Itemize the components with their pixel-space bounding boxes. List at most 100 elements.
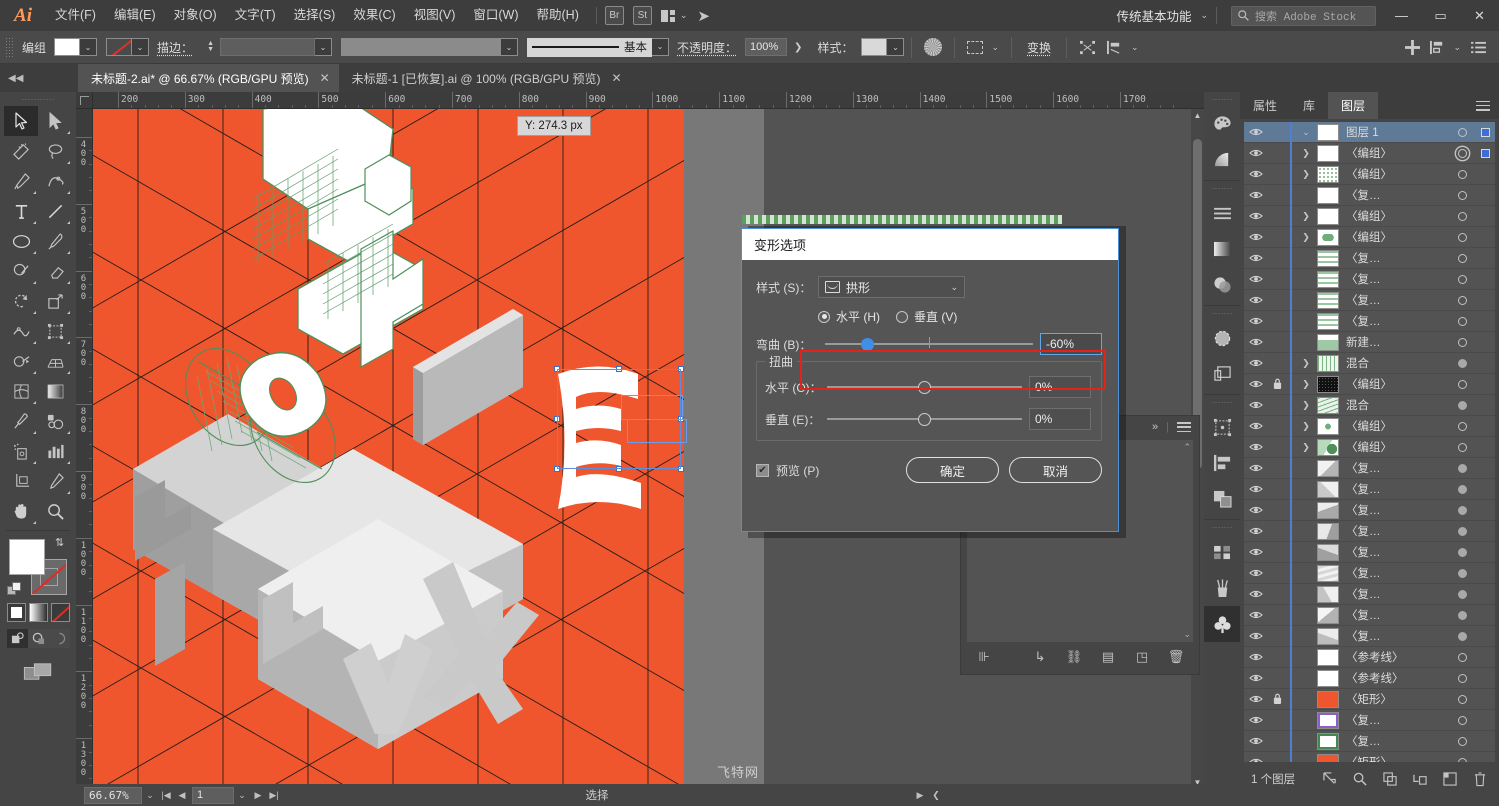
document-tab-1-close-icon[interactable]: ✕ xyxy=(320,71,330,85)
stock-search-input[interactable]: 搜索 Adobe Stock xyxy=(1231,5,1376,26)
workspace-chevron-icon[interactable]: ⌄ xyxy=(1200,10,1208,21)
layer-row[interactable]: 〈参考线〉 xyxy=(1244,667,1495,689)
layer-expand-arrow-icon[interactable]: ❯ xyxy=(1295,148,1317,159)
workspace-switcher[interactable]: 传统基本功能 xyxy=(1112,6,1195,25)
layer-row[interactable]: 〈复… xyxy=(1244,520,1495,542)
tools-panel-grip[interactable] xyxy=(22,95,54,104)
slice-tool[interactable] xyxy=(38,466,72,496)
layer-row[interactable]: ❯ 混合 xyxy=(1244,352,1495,374)
layer-target-circle[interactable] xyxy=(1449,316,1475,326)
color-icon[interactable] xyxy=(1204,106,1240,142)
layer-target-circle[interactable] xyxy=(1449,232,1475,242)
layer-target-circle[interactable] xyxy=(1449,127,1475,137)
layer-visibility-eye-icon[interactable] xyxy=(1244,505,1267,515)
dock-grip-4[interactable] xyxy=(1212,398,1232,406)
status-play-icon[interactable]: ▶ xyxy=(912,784,928,806)
layer-target-circle[interactable] xyxy=(1449,694,1475,704)
paintbrush-tool[interactable] xyxy=(38,226,72,256)
scroll-up-arrow-icon[interactable]: ▲ xyxy=(1191,111,1204,120)
locate-object-icon[interactable] xyxy=(1345,766,1375,792)
last-artboard-icon[interactable]: ▶| xyxy=(266,784,282,806)
layer-target-circle[interactable] xyxy=(1449,736,1475,746)
layer-row[interactable]: ❯ 〈编组〉 xyxy=(1244,415,1495,437)
layer-row[interactable]: 〈矩形〉 xyxy=(1244,751,1495,762)
layer-visibility-eye-icon[interactable] xyxy=(1244,736,1267,746)
symbol-options-icon[interactable]: ▤ xyxy=(1091,644,1125,670)
menu-object[interactable]: 对象(O) xyxy=(165,0,226,31)
screen-mode-toggle[interactable] xyxy=(0,662,76,682)
tab-libraries[interactable]: 库 xyxy=(1290,92,1328,119)
layer-target-circle[interactable] xyxy=(1449,337,1475,347)
menu-type[interactable]: 文字(T) xyxy=(226,0,285,31)
layer-visibility-eye-icon[interactable] xyxy=(1244,589,1267,599)
layer-row[interactable]: 〈复… xyxy=(1244,541,1495,563)
layer-name[interactable]: 〈复… xyxy=(1346,565,1449,581)
opacity-flyout-icon[interactable]: ❯ xyxy=(787,42,809,53)
graphic-style-control[interactable]: ⌄ xyxy=(861,38,905,56)
layer-expand-arrow-icon[interactable]: ❯ xyxy=(1295,379,1317,390)
ruler-origin-corner[interactable] xyxy=(76,92,93,109)
recolor-artwork-button[interactable] xyxy=(919,31,947,64)
menu-file[interactable]: 文件(F) xyxy=(46,0,105,31)
menu-select[interactable]: 选择(S) xyxy=(285,0,345,31)
layer-name[interactable]: 〈参考线〉 xyxy=(1346,649,1449,665)
layer-lock-icon[interactable] xyxy=(1267,378,1287,390)
layer-target-circle[interactable] xyxy=(1449,505,1475,515)
align-options-button[interactable]: ⌄ xyxy=(1101,31,1144,64)
layer-visibility-eye-icon[interactable] xyxy=(1244,232,1267,242)
layer-name[interactable]: 〈复… xyxy=(1346,502,1449,518)
appearance-icon[interactable] xyxy=(1204,320,1240,356)
color-mode-none-button[interactable] xyxy=(50,603,70,622)
layer-name[interactable]: 〈编组〉 xyxy=(1346,376,1449,392)
layer-name[interactable]: 〈复… xyxy=(1346,250,1449,266)
window-maximize-button[interactable]: ▭ xyxy=(1421,0,1460,31)
artboard-tool[interactable] xyxy=(4,466,38,496)
artboard-dropdown-icon[interactable]: ⌄ xyxy=(234,784,250,806)
arrange-docs-button[interactable] xyxy=(1400,31,1425,64)
layer-row[interactable]: ❯ 〈编组〉 xyxy=(1244,436,1495,458)
layer-target-circle[interactable] xyxy=(1449,442,1475,452)
toolbar-collapse-button[interactable]: ◀◀ xyxy=(0,64,78,92)
layer-visibility-eye-icon[interactable] xyxy=(1244,547,1267,557)
layer-target-circle[interactable] xyxy=(1449,757,1475,762)
layer-row[interactable]: ❯ 混合 xyxy=(1244,394,1495,416)
perspective-grid-tool[interactable] xyxy=(38,346,72,376)
layer-row[interactable]: 〈复… xyxy=(1244,583,1495,605)
menu-window[interactable]: 窗口(W) xyxy=(464,0,527,31)
menu-edit[interactable]: 编辑(E) xyxy=(105,0,165,31)
free-transform-tool[interactable] xyxy=(38,316,72,346)
select-similar-button[interactable]: ⌄ xyxy=(962,31,1004,64)
layer-row[interactable]: 〈参考线〉 xyxy=(1244,646,1495,668)
layer-expand-arrow-icon[interactable]: ❯ xyxy=(1295,358,1317,369)
layer-row[interactable]: 〈复… xyxy=(1244,604,1495,626)
bridge-icon[interactable]: Br xyxy=(604,6,624,25)
layer-target-circle[interactable] xyxy=(1449,547,1475,557)
radio-horizontal-dot[interactable] xyxy=(818,310,830,323)
tab-layers[interactable]: 图层 xyxy=(1328,92,1379,119)
layer-expand-arrow-icon[interactable]: ⌄ xyxy=(1295,127,1317,138)
layer-visibility-eye-icon[interactable] xyxy=(1244,190,1267,200)
dock-grip-2[interactable] xyxy=(1212,184,1232,192)
layer-visibility-eye-icon[interactable] xyxy=(1244,316,1267,326)
layer-visibility-eye-icon[interactable] xyxy=(1244,169,1267,179)
layer-expand-arrow-icon[interactable]: ❯ xyxy=(1295,169,1317,180)
new-sublayer-icon[interactable] xyxy=(1375,766,1405,792)
gradient-tool[interactable] xyxy=(38,376,72,406)
layer-name[interactable]: 〈复… xyxy=(1346,313,1449,329)
layer-target-circle[interactable] xyxy=(1449,610,1475,620)
stroke-weight-control[interactable]: ⌄ xyxy=(220,38,333,56)
color-guide-icon[interactable] xyxy=(1204,142,1240,178)
fill-color-swatch[interactable] xyxy=(9,539,45,575)
symbols-icon[interactable] xyxy=(1204,606,1240,642)
width-tool[interactable] xyxy=(4,316,38,346)
layer-visibility-eye-icon[interactable] xyxy=(1244,442,1267,452)
layer-target-circle[interactable] xyxy=(1449,358,1475,368)
layer-visibility-eye-icon[interactable] xyxy=(1244,673,1267,683)
prev-artboard-icon[interactable]: ◀ xyxy=(174,784,190,806)
curvature-tool[interactable] xyxy=(38,166,72,196)
layer-name[interactable]: 〈编组〉 xyxy=(1346,145,1449,161)
hand-tool[interactable] xyxy=(4,496,38,526)
fill-dropdown-icon[interactable]: ⌄ xyxy=(80,38,98,56)
layer-target-circle[interactable] xyxy=(1449,568,1475,578)
layer-target-circle[interactable] xyxy=(1449,400,1475,410)
